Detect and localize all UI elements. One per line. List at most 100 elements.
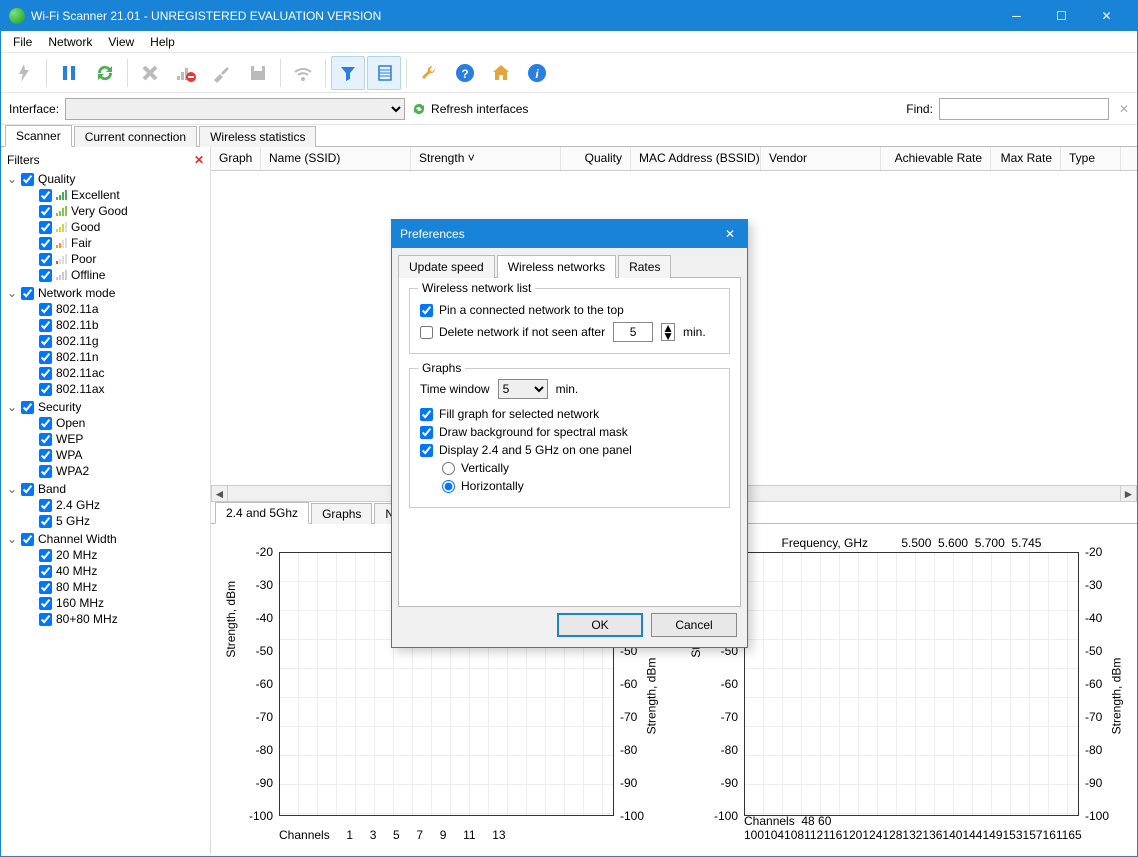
close-filters-icon[interactable]: ✕ [194,153,204,167]
filter-item[interactable]: Good [7,219,204,235]
wifi-icon[interactable] [286,56,320,90]
filter-item[interactable]: Open [7,415,204,431]
filter-item[interactable]: 802.11g [7,333,204,349]
filter-item[interactable]: Poor [7,251,204,267]
filter-item[interactable]: 80 MHz [7,579,204,595]
refresh-interfaces-button[interactable]: Refresh interfaces [411,101,528,117]
filter-item[interactable]: 40 MHz [7,563,204,579]
vertical-radio-row[interactable]: Vertically [442,461,719,475]
delete-checkbox-row[interactable]: Delete network if not seen after [420,325,605,339]
column-header[interactable]: Quality [561,147,631,170]
filter-item[interactable]: 20 MHz [7,547,204,563]
column-header[interactable]: Name (SSID) [261,147,411,170]
tab-scanner[interactable]: Scanner [5,125,72,147]
horizontal-radio-row[interactable]: Horizontally [442,479,719,493]
ok-button[interactable]: OK [557,613,643,637]
clear-find-icon[interactable]: ✕ [1119,102,1129,116]
fill-checkbox-row[interactable]: Fill graph for selected network [420,407,719,421]
interface-select[interactable] [65,98,405,120]
home-icon[interactable] [484,56,518,90]
combine-checkbox-row[interactable]: Display 2.4 and 5 GHz on one panel [420,443,719,457]
column-header[interactable]: Achievable Rate [881,147,991,170]
menu-help[interactable]: Help [142,33,183,51]
pin-checkbox[interactable] [420,304,433,317]
menu-file[interactable]: File [5,33,40,51]
filter-group-quality[interactable]: ⌄ Quality [7,171,204,187]
filter-item[interactable]: Fair [7,235,204,251]
horizontal-radio[interactable] [442,480,455,493]
column-header[interactable]: Vendor [761,147,881,170]
bg-checkbox-row[interactable]: Draw background for spectral mask [420,425,719,439]
filter-group-channel-width[interactable]: ⌄ Channel Width [7,531,204,547]
menu-network[interactable]: Network [40,33,100,51]
bolt-icon[interactable] [7,56,41,90]
filter-item[interactable]: 802.11ax [7,381,204,397]
wrench-icon[interactable] [412,56,446,90]
filter-item[interactable]: 802.11ac [7,365,204,381]
titlebar: Wi-Fi Scanner 21.01 - UNREGISTERED EVALU… [1,1,1137,31]
brush-icon[interactable] [205,56,239,90]
combine-checkbox[interactable] [420,444,433,457]
main-tabs: Scanner Current connection Wireless stat… [1,125,1137,147]
pref-tab-wireless-networks[interactable]: Wireless networks [497,255,616,278]
pause-icon[interactable] [52,56,86,90]
filter-item[interactable]: 802.11n [7,349,204,365]
tab-current-connection[interactable]: Current connection [74,126,197,147]
fill-checkbox[interactable] [420,408,433,421]
dialog-close-icon[interactable]: ✕ [721,227,739,241]
filter-item[interactable]: 802.11b [7,317,204,333]
filter-group-network-mode[interactable]: ⌄ Network mode [7,285,204,301]
filter-item[interactable]: 802.11a [7,301,204,317]
filter-group-band[interactable]: ⌄ Band [7,481,204,497]
tab-wireless-statistics[interactable]: Wireless statistics [199,126,316,147]
pref-tab-update-speed[interactable]: Update speed [398,255,495,278]
time-window-select[interactable]: 5 [498,379,548,399]
refresh-small-icon [411,101,427,117]
notebook-icon[interactable] [367,56,401,90]
column-header[interactable]: Strength ˅ [411,147,561,170]
info-icon[interactable]: i [520,56,554,90]
filter-item[interactable]: WPA2 [7,463,204,479]
column-header[interactable]: Max Rate [991,147,1061,170]
refresh-icon[interactable] [88,56,122,90]
filter-item[interactable]: WPA [7,447,204,463]
filter-item[interactable]: WEP [7,431,204,447]
filter-item[interactable]: 160 MHz [7,595,204,611]
menubar: File Network View Help [1,31,1137,53]
filter-item[interactable]: 80+80 MHz [7,611,204,627]
scroll-left-icon[interactable]: ◄ [211,485,228,502]
save-icon[interactable] [241,56,275,90]
graph-5ghz: Frequency, GHz 5.500 5.600 5.700 5.745St… [684,532,1129,846]
funnel-icon[interactable] [331,56,365,90]
close-button[interactable]: ✕ [1084,1,1129,31]
filter-group-security[interactable]: ⌄ Security [7,399,204,415]
find-label: Find: [906,102,933,116]
delete-minutes-input[interactable] [613,322,653,342]
pin-checkbox-row[interactable]: Pin a connected network to the top [420,303,719,317]
subtab-24-5ghz[interactable]: 2.4 and 5Ghz [215,502,309,524]
filter-item[interactable]: 2.4 GHz [7,497,204,513]
column-header[interactable]: Type [1061,147,1121,170]
column-header[interactable]: Graph [211,147,261,170]
maximize-button[interactable]: ☐ [1039,1,1084,31]
filter-item[interactable]: 5 GHz [7,513,204,529]
filter-item[interactable]: Excellent [7,187,204,203]
cancel-button[interactable]: Cancel [651,613,737,637]
vertical-radio[interactable] [442,462,455,475]
minimize-button[interactable]: ─ [994,1,1039,31]
filter-item[interactable]: Very Good [7,203,204,219]
subtab-graphs[interactable]: Graphs [311,503,372,524]
bg-checkbox[interactable] [420,426,433,439]
delete-icon[interactable] [133,56,167,90]
find-input[interactable] [939,98,1109,120]
delete-checkbox[interactable] [420,326,433,339]
delete-spinner[interactable]: ▲▼ [661,323,675,341]
column-header[interactable]: MAC Address (BSSID) [631,147,761,170]
menu-view[interactable]: View [100,33,142,51]
pref-tab-rates[interactable]: Rates [618,255,671,278]
scroll-right-icon[interactable]: ► [1120,485,1137,502]
filter-item[interactable]: Offline [7,267,204,283]
dialog-titlebar: Preferences ✕ [392,220,747,248]
signal-remove-icon[interactable] [169,56,203,90]
help-icon[interactable]: ? [448,56,482,90]
